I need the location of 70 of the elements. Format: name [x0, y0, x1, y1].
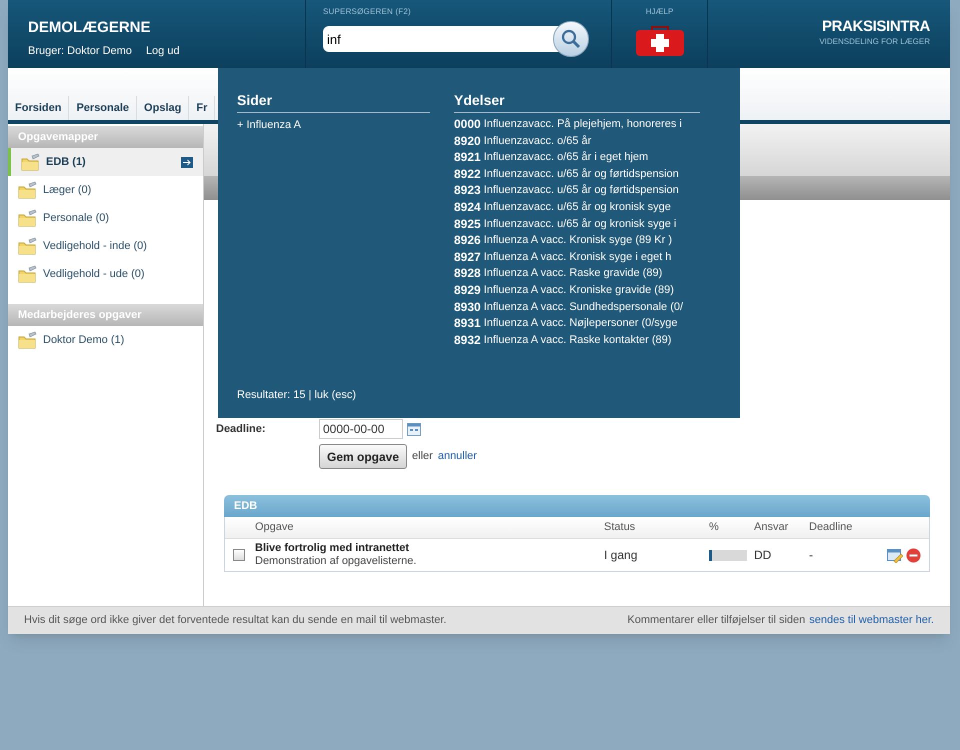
result-item[interactable]: 8930 Influenza A vacc. Sundhedspersonale (0/: [454, 298, 700, 316]
calendar-icon[interactable]: [407, 422, 421, 436]
nav-tab[interactable]: Fr: [189, 96, 216, 120]
folder-icon: [18, 265, 37, 283]
result-link[interactable]: + Influenza A: [237, 117, 454, 133]
nav-tab[interactable]: Personale: [69, 96, 138, 120]
folder-icon: [18, 331, 37, 349]
results-heading: Sider: [237, 90, 430, 113]
column-header: Ansvar: [754, 520, 790, 536]
or-text: eller: [412, 449, 433, 464]
cancel-link[interactable]: annuller: [438, 448, 477, 465]
sidebar-item[interactable]: Vedligehold - ude (0): [8, 260, 203, 288]
sidebar-heading: Opgavemapper: [8, 126, 203, 148]
footer-text: Kommentarer eller tilføjelser til siden: [627, 613, 806, 628]
result-item[interactable]: 8923 Influenzavacc. u/65 år og førtidspension: [454, 182, 700, 199]
result-item[interactable]: 8921 Influenzavacc. o/65 år i eget hjem: [454, 149, 700, 166]
sidebar-item[interactable]: Doktor Demo (1): [8, 326, 203, 354]
result-item[interactable]: 8932 Influenza A vacc. Raske kontakter (89): [454, 332, 700, 348]
sidebar-item[interactable]: Læger (0): [8, 176, 203, 204]
result-item[interactable]: 8931 Influenza A vacc. Nøjlepersoner (0/syge: [454, 315, 700, 332]
webmaster-link[interactable]: sendes til webmaster her.: [809, 612, 934, 629]
deadline-field[interactable]: 0000-00-00: [319, 419, 403, 439]
results-summary[interactable]: Resultater: 15 | luk (esc): [237, 387, 356, 404]
logo-tagline: VIDENSDELING FOR LÆGER: [819, 36, 930, 48]
table-cell-text: -: [809, 547, 814, 564]
folder-icon: [18, 181, 37, 199]
nav-tab[interactable]: Opslag: [137, 96, 190, 120]
task-description: Demonstration af opgavelisterne.: [255, 555, 418, 568]
folder-icon: [18, 209, 37, 227]
search-icon: [560, 28, 582, 50]
deadline-label: Deadline:: [216, 422, 267, 437]
sidebar-heading: Medarbejderes opgaver: [8, 304, 203, 326]
footer-text: Hvis dit søge ord ikke giver det forventede resultat kan du sende en mail til webmaster.: [24, 613, 446, 628]
sidebar-item[interactable]: Personale (0): [8, 204, 203, 232]
checkbox[interactable]: [233, 549, 245, 561]
delete-icon[interactable]: [906, 548, 921, 562]
logo-name: PRAKSISINTRA: [822, 19, 930, 34]
table-cell-text: I gang: [604, 547, 638, 564]
search-label: SUPERSØGEREN (F2): [323, 6, 412, 18]
column-header: %: [709, 520, 720, 536]
search-field[interactable]: inf: [323, 26, 559, 52]
folder-icon: [21, 153, 40, 171]
result-item[interactable]: 8922 Influenzavacc. u/65 år og førtidspension: [454, 166, 700, 182]
result-item[interactable]: 8928 Influenza A vacc. Raske gravide (89): [454, 265, 700, 282]
help-label: HJÆLP: [646, 6, 674, 18]
column-header: Deadline: [809, 520, 854, 536]
result-item[interactable]: 8927 Influenza A vacc. Kronisk syge i eget h: [454, 248, 700, 266]
column-header: Status: [604, 520, 636, 536]
result-item[interactable]: 8926 Influenza A vacc. Kronisk syge (89 Kr ): [454, 232, 700, 249]
result-item[interactable]: 8924 Influenzavacc. u/65 år og kronisk syge: [454, 198, 700, 216]
user-label: Bruger: Doktor Demo: [28, 44, 132, 58]
arrow-icon: [181, 156, 193, 168]
logout-link[interactable]: Log ud: [146, 42, 180, 59]
folder-icon: [18, 237, 37, 255]
results-heading: Ydelser: [454, 90, 700, 113]
sidebar-item[interactable]: EDB (1): [8, 148, 203, 176]
task-title[interactable]: Blive fortrolig med intranettet: [255, 542, 604, 555]
save-button[interactable]: Gem opgave: [319, 444, 408, 469]
nav-tab[interactable]: Forsiden: [8, 96, 70, 120]
site-title: DEMOLÆGERNE: [28, 18, 152, 38]
table-cell-text: DD: [754, 547, 772, 564]
result-item[interactable]: 8925 Influenzavacc. u/65 år og kronisk syge i: [454, 216, 700, 232]
panel-header: EDB: [224, 495, 930, 517]
edit-icon[interactable]: [887, 548, 903, 562]
result-item[interactable]: 0000 Influenzavacc. På plejehjem, honoreres i: [454, 116, 700, 133]
result-item[interactable]: 8920 Influenzavacc. o/65 år: [454, 132, 700, 150]
first-aid-kit-icon[interactable]: [634, 24, 686, 58]
sidebar-item[interactable]: Vedligehold - inde (0): [8, 232, 203, 260]
result-item[interactable]: 8929 Influenza A vacc. Kroniske gravide (89): [454, 282, 700, 299]
column-header: Opgave: [255, 520, 295, 536]
